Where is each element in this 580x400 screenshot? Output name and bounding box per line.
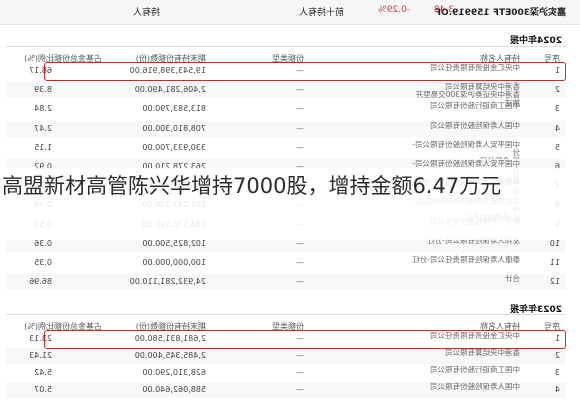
- section-divider: [6, 46, 566, 47]
- row-shares: 102,825,500.00: [142, 238, 206, 248]
- section-title-2024: 2024年中报: [509, 36, 562, 46]
- row-shares: 2,485,345,400.00: [134, 351, 206, 360]
- row-share-type: —: [296, 85, 304, 95]
- table-row: 3 中国工商银行股份有限公司 — 813,583,790.00 2.84: [6, 101, 566, 117]
- row-share-type: —: [296, 123, 304, 133]
- section-divider: [6, 314, 566, 315]
- tab-top-holders[interactable]: 前十持有人: [299, 5, 344, 18]
- row-ratio: 5.07: [34, 385, 52, 394]
- row-seq: 4: [554, 123, 560, 133]
- row-share-type: —: [296, 258, 304, 267]
- table-row: 4 中国人寿保险股份有限公司 — 708,810,300.00 2.47: [6, 120, 566, 137]
- row-ratio: 8.39: [34, 85, 52, 95]
- row-share-type: —: [296, 277, 304, 287]
- row-seq: 4: [554, 385, 560, 394]
- row-holder-name: 中国人寿保险股份有限公司: [430, 120, 520, 130]
- row-seq: 2: [554, 351, 560, 360]
- row-seq: 2: [554, 85, 560, 95]
- table-row: 12 合计 — 24,932,281,110.00 86.96: [6, 274, 566, 291]
- table-row: 5中国平安人寿保险股份有限公司-分红-个险分红—330,933,700.001.…: [6, 140, 566, 165]
- row-ratio: 0.36: [34, 238, 52, 248]
- row-seq: 10: [549, 238, 560, 248]
- table-row: 3 中国工商银行股份有限公司 — 628,310,290.00 5.42: [6, 365, 566, 381]
- row-ratio: 2.84: [34, 104, 52, 114]
- row-seq: 3: [554, 104, 560, 114]
- row-holder-name: 合计: [505, 274, 520, 284]
- row-shares: 330,933,700.00: [142, 142, 206, 152]
- row-ratio: 0.35: [34, 258, 52, 267]
- row-holder-name: 中国工商银行股份有限公司: [430, 365, 520, 374]
- row-share-type: —: [296, 351, 304, 360]
- row-ratio: 5.42: [34, 368, 52, 377]
- row-share-type: —: [296, 142, 304, 152]
- headline: 高盟新材高管陈兴华增持7000股，增持金额6.47万元: [2, 174, 502, 198]
- row-holder-name: 中国工商银行股份有限公司: [430, 101, 520, 111]
- row-ratio: 86.96: [29, 277, 52, 287]
- table-row: 11 泰康人寿保险有限责任公司-分红 — 100,000,000.00 0.35: [6, 255, 566, 271]
- row-share-type: —: [296, 104, 304, 114]
- fund-top-bar: 嘉实沪深300ETF 159919.OF 3.48 -0.29% 前十持有人 持…: [0, 0, 580, 25]
- row-shares: 628,310,290.00: [142, 368, 206, 377]
- row-shares: 100,000,000.00: [142, 258, 206, 267]
- row-shares: 813,583,790.00: [142, 104, 206, 114]
- highlight-box-2024: [44, 62, 566, 81]
- row-share-type: —: [296, 238, 304, 248]
- fund-price: 3.48: [433, 5, 454, 15]
- table-row: 4 中国人寿保险股份有限公司 — 588,062,640.00 5.07: [6, 382, 566, 398]
- row-seq: 5: [554, 142, 560, 152]
- row-seq: 3: [554, 368, 560, 377]
- row-shares: 24,932,281,110.00: [129, 277, 206, 287]
- row-holder-name: 中国人寿保险股份有限公司: [430, 382, 520, 391]
- row-ratio: 21.43: [29, 351, 52, 360]
- row-share-type: —: [296, 368, 304, 377]
- table-row: 2 香港中央结算有限公司 — 2,485,345,400.00 21.43: [6, 348, 566, 364]
- row-shares: 708,810,300.00: [142, 123, 206, 133]
- row-seq: 11: [549, 258, 560, 267]
- row-shares: 2,406,281,490.00: [134, 85, 206, 95]
- row-ratio: 1.15: [34, 142, 52, 152]
- row-holder-name: 泰康人寿保险有限责任公司-分红: [412, 255, 520, 264]
- row-shares: 588,062,640.00: [142, 385, 206, 394]
- row-share-type: —: [296, 385, 304, 394]
- fund-name: 嘉实沪深300ETF 159919.OF: [434, 8, 566, 18]
- highlight-box-2023: [44, 330, 566, 349]
- row-seq: 12: [549, 277, 560, 287]
- table-row: 2 香港中央结算有限公司 香港中央证券沪深300交易型开放式 —2,406,281,4…: [6, 82, 566, 107]
- fund-change: -0.29%: [378, 5, 410, 15]
- row-holder-name: 香港中央结算有限公司: [445, 348, 520, 357]
- row-ratio: 2.47: [34, 123, 52, 133]
- tab-holders[interactable]: 持有人: [133, 5, 160, 18]
